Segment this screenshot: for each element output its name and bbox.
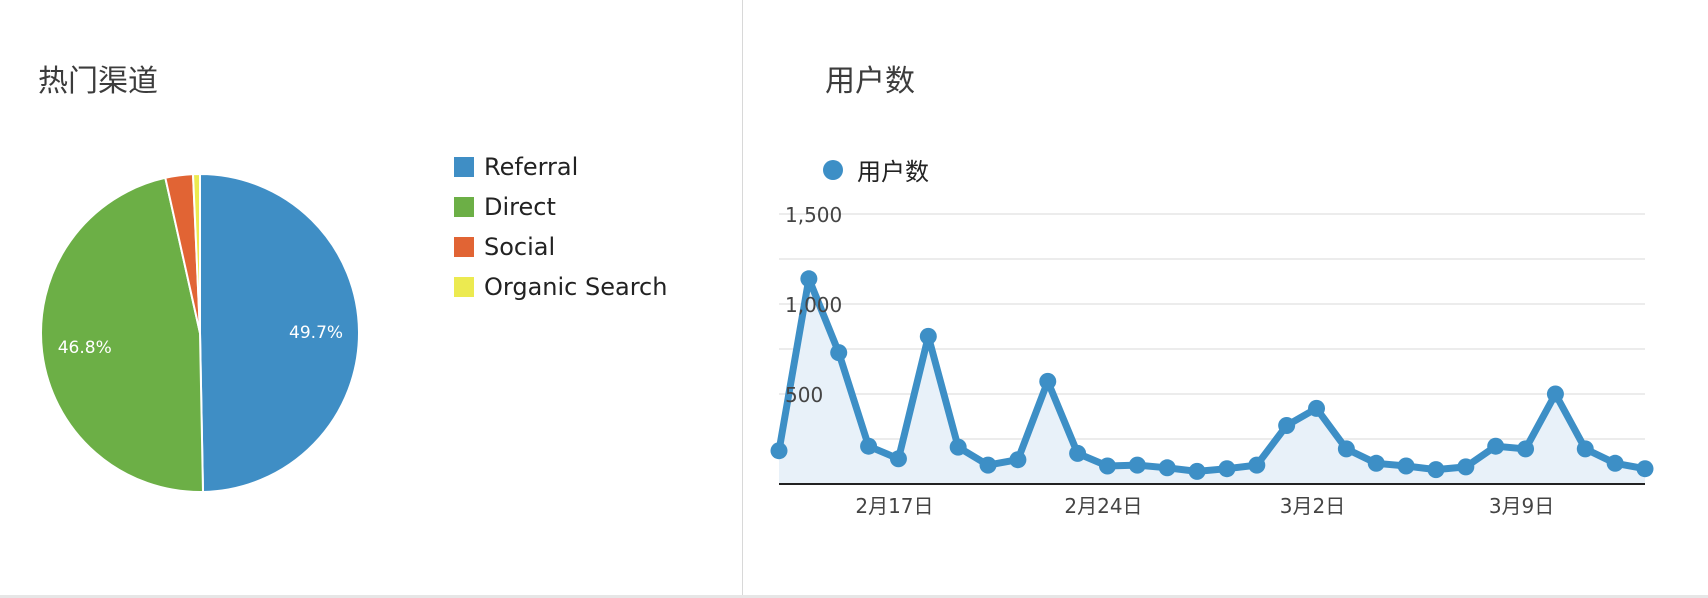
y-tick-label: 1,500	[785, 203, 842, 227]
legend-swatch-icon	[454, 197, 474, 217]
data-point[interactable]	[1457, 458, 1475, 476]
data-point[interactable]	[1517, 440, 1535, 458]
data-point[interactable]	[1278, 417, 1296, 434]
data-point[interactable]	[1128, 456, 1146, 474]
legend-swatch-icon	[454, 237, 474, 257]
series-area	[779, 278, 1645, 484]
data-point[interactable]	[949, 438, 967, 456]
data-point[interactable]	[1487, 437, 1505, 455]
data-point[interactable]	[889, 450, 907, 468]
data-point[interactable]	[1636, 460, 1654, 478]
data-point[interactable]	[1397, 457, 1415, 475]
data-point[interactable]	[1039, 372, 1057, 390]
data-point[interactable]	[1158, 459, 1176, 477]
data-point[interactable]	[1367, 454, 1385, 472]
data-point[interactable]	[830, 344, 848, 362]
data-point[interactable]	[1427, 461, 1445, 479]
data-point[interactable]	[1576, 440, 1594, 458]
data-point[interactable]	[919, 327, 937, 345]
pie-slice-label: 46.8%	[58, 338, 112, 358]
y-tick-label: 1,000	[785, 293, 842, 317]
data-point[interactable]	[1009, 451, 1027, 469]
users-line-chart: 1,500 1,000 500 2月17日 2月24日 3月2日 3月9日	[770, 203, 1654, 518]
data-point[interactable]	[1069, 444, 1087, 462]
pie-slice-label: 49.7%	[289, 323, 343, 343]
data-point[interactable]	[770, 442, 788, 460]
legend-label: Direct	[484, 193, 556, 221]
x-tick-label: 2月17日	[855, 494, 933, 518]
legend-label: Referral	[484, 153, 579, 181]
data-point[interactable]	[800, 270, 818, 288]
data-point[interactable]	[860, 437, 878, 455]
users-card: 用户数 用户数 1,500 1,000 500 2月17日 2月24日 3月2日 3月9日	[743, 0, 1708, 595]
data-point[interactable]	[1337, 440, 1355, 458]
x-tick-label: 3月9日	[1489, 494, 1554, 518]
x-tick-label: 2月24日	[1064, 494, 1142, 518]
legend-swatch-icon	[454, 157, 474, 177]
data-point[interactable]	[1248, 456, 1266, 474]
data-point[interactable]	[1308, 399, 1326, 417]
legend-item-organic-search[interactable]: Organic Search	[454, 267, 667, 307]
data-point[interactable]	[1098, 457, 1116, 475]
data-point[interactable]	[979, 456, 997, 474]
y-tick-label: 500	[785, 383, 823, 407]
legend-item-direct[interactable]: Direct	[454, 187, 667, 227]
legend-item-referral[interactable]: Referral	[454, 147, 667, 187]
data-point[interactable]	[1606, 454, 1624, 472]
legend-label: Social	[484, 233, 556, 261]
legend-swatch-icon	[454, 277, 474, 297]
top-channels-card: 热门渠道 49.7% 46.8% Referral Direct Social Orga…	[0, 0, 742, 595]
legend-item-social[interactable]: Social	[454, 227, 667, 267]
pie-legend: Referral Direct Social Organic Search	[454, 147, 667, 307]
data-point[interactable]	[1546, 385, 1564, 403]
x-tick-label: 3月2日	[1280, 494, 1345, 518]
data-point[interactable]	[1218, 460, 1236, 478]
legend-label: Organic Search	[484, 273, 668, 301]
data-point[interactable]	[1188, 462, 1206, 480]
